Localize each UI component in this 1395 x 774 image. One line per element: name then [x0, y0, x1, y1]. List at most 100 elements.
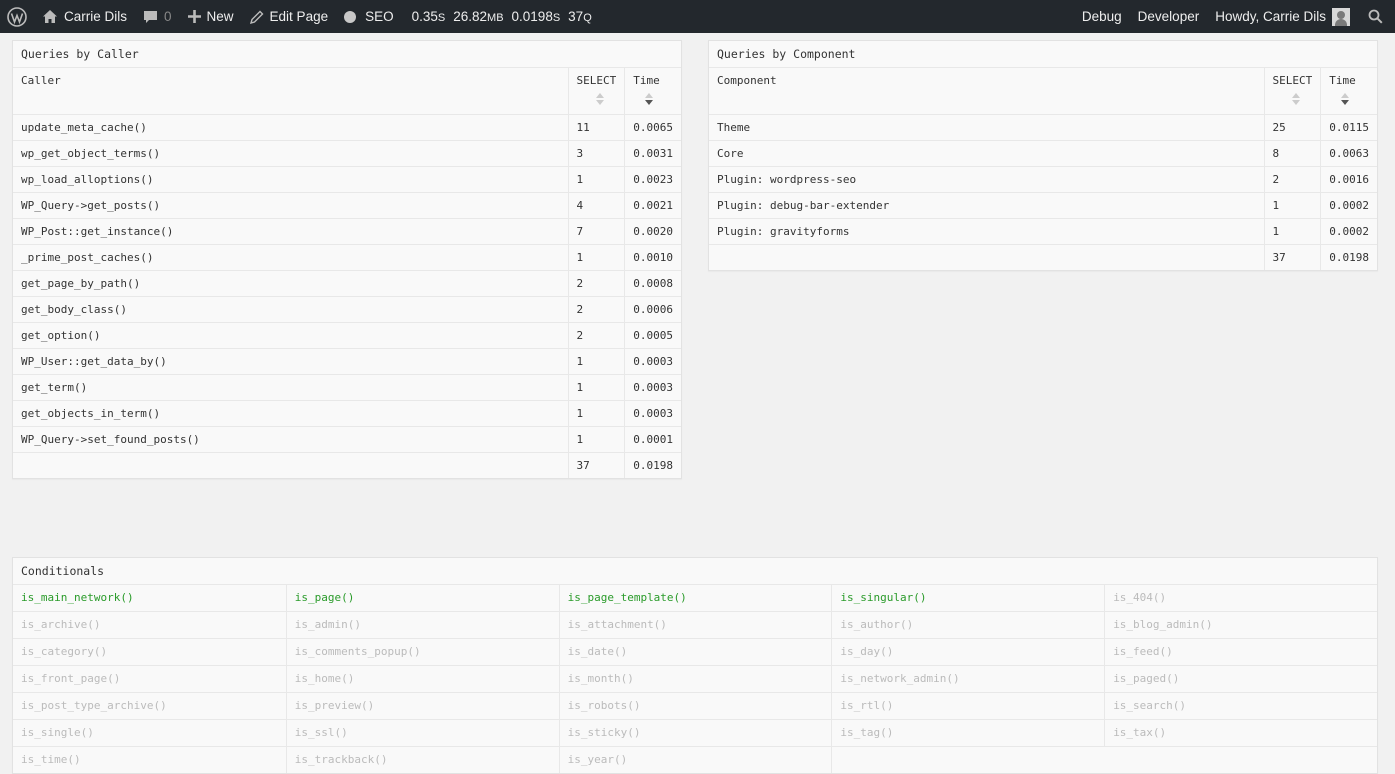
sort-arrows-icon[interactable] — [595, 93, 604, 105]
site-name-label: Carrie Dils — [64, 9, 128, 24]
conditional-empty-cell — [831, 747, 1104, 773]
table-row: WP_Query->get_posts() 4 0.0021 — [13, 192, 681, 219]
new-label: New — [206, 9, 234, 24]
table-row: WP_Post::get_instance() 7 0.0020 — [13, 218, 681, 245]
conditional-item: is_main_network() — [13, 585, 286, 612]
conditional-item: is_trackback() — [285, 747, 559, 773]
time-cell: 0.0001 — [624, 426, 681, 453]
select-count-cell: 3 — [567, 140, 625, 167]
time-cell: 0.0065 — [624, 114, 681, 141]
queries-by-component-table: Component SELECT Time Theme 25 0.0115 Core 8… — [709, 68, 1377, 270]
comments-count: 0 — [164, 9, 172, 24]
select-count-cell: 2 — [567, 322, 625, 349]
select-count-cell: 1 — [1263, 218, 1321, 245]
time-cell: 0.0003 — [624, 374, 681, 401]
plus-icon — [187, 10, 201, 23]
sort-arrows-icon[interactable] — [1341, 93, 1350, 105]
conditional-item: is_rtl() — [831, 693, 1105, 720]
queries-by-caller-panel: Queries by Caller Caller SELECT Time upd… — [12, 40, 682, 479]
comment-icon — [143, 10, 158, 24]
queries-by-component-panel: Queries by Component Component SELECT Ti… — [708, 40, 1378, 271]
page-time-stat: 0.35S — [411, 9, 446, 24]
conditional-item: is_tag() — [831, 720, 1105, 747]
select-count-cell: 25 — [1263, 114, 1321, 141]
time-cell: 0.0016 — [1320, 166, 1377, 193]
memory-stat: 26.82MB — [453, 9, 504, 24]
conditional-item: is_network_admin() — [831, 666, 1105, 693]
sort-arrows-icon[interactable] — [645, 93, 654, 105]
time-cell: 0.0008 — [624, 270, 681, 297]
select-count-cell: 2 — [567, 270, 625, 297]
name-cell: Theme — [709, 114, 1264, 141]
conditional-item: is_robots() — [558, 693, 832, 720]
debug-menu[interactable]: Debug — [1074, 0, 1130, 33]
name-cell: WP_Query->set_found_posts() — [13, 426, 568, 453]
conditional-item: is_front_page() — [13, 666, 286, 693]
seo-menu[interactable]: SEO — [336, 0, 402, 33]
conditional-item: is_admin() — [285, 612, 559, 639]
edit-page-link[interactable]: Edit Page — [242, 0, 337, 33]
table-row: get_page_by_path() 2 0.0008 — [13, 270, 681, 297]
select-count-cell: 1 — [567, 348, 625, 375]
column-header-select[interactable]: SELECT — [1263, 68, 1321, 115]
select-count-cell: 8 — [1263, 140, 1321, 167]
my-account-menu[interactable]: Howdy, Carrie Dils — [1207, 0, 1358, 33]
time-cell: 0.0010 — [624, 244, 681, 271]
conditional-item: is_author() — [831, 612, 1105, 639]
name-cell: Plugin: wordpress-seo — [709, 166, 1264, 193]
conditional-item: is_category() — [13, 639, 286, 666]
total-row: 37 0.0198 — [709, 244, 1377, 270]
conditional-item: is_single() — [13, 720, 286, 747]
time-cell: 0.0021 — [624, 192, 681, 219]
conditionals-grid: is_main_network() is_page() is_page_templa… — [13, 585, 1377, 773]
edit-page-label: Edit Page — [269, 9, 329, 24]
new-content-link[interactable]: New — [180, 0, 242, 33]
conditional-item: is_post_type_archive() — [13, 693, 286, 720]
query-count-stat: 37Q — [568, 9, 592, 24]
seo-status-icon — [344, 10, 357, 23]
table-row: Core 8 0.0063 — [709, 140, 1377, 167]
search-icon — [1368, 9, 1383, 24]
conditional-item: is_time() — [21, 753, 81, 766]
search-toggle[interactable] — [1358, 0, 1395, 33]
conditional-item: is_preview() — [285, 693, 559, 720]
comments-link[interactable]: 0 — [135, 0, 180, 33]
select-count-cell: 7 — [567, 218, 625, 245]
total-row: 37 0.0198 — [13, 452, 681, 478]
query-monitor-stats[interactable]: 0.35S 26.82MB 0.0198S 37Q — [402, 0, 604, 33]
time-cell: 0.0198 — [624, 452, 681, 478]
column-header-time[interactable]: Time — [1320, 68, 1377, 115]
conditional-item: is_month() — [558, 666, 832, 693]
table-row: update_meta_cache() 11 0.0065 — [13, 114, 681, 141]
select-count-cell: 2 — [567, 296, 625, 323]
conditional-item: is_comments_popup() — [285, 639, 559, 666]
time-cell: 0.0020 — [624, 218, 681, 245]
select-count-cell: 11 — [567, 114, 625, 141]
select-count-cell: 2 — [1263, 166, 1321, 193]
column-header-caller: Caller — [13, 68, 568, 115]
column-header-select[interactable]: SELECT — [567, 68, 625, 115]
admin-bar: Carrie Dils 0 New Edit Page SEO 0.35S 26… — [0, 0, 1395, 33]
panel-title: Queries by Component — [709, 41, 1377, 68]
time-cell: 0.0002 — [1320, 218, 1377, 245]
sort-arrows-icon[interactable] — [1291, 93, 1300, 105]
conditional-empty-cell — [1104, 747, 1377, 773]
select-count-cell: 37 — [1263, 244, 1321, 270]
name-cell: WP_User::get_data_by() — [13, 348, 568, 375]
developer-menu[interactable]: Developer — [1130, 0, 1208, 33]
wordpress-logo-icon[interactable] — [0, 0, 34, 33]
table-row: Plugin: gravityforms 1 0.0002 — [709, 218, 1377, 245]
howdy-label: Howdy, Carrie Dils — [1215, 9, 1326, 24]
conditional-item: is_day() — [831, 639, 1105, 666]
select-count-cell: 1 — [567, 166, 625, 193]
home-icon — [42, 9, 58, 24]
name-cell: get_term() — [13, 374, 568, 401]
name-cell: Plugin: debug-bar-extender — [709, 192, 1264, 219]
column-header-time[interactable]: Time — [624, 68, 681, 115]
avatar — [1332, 7, 1350, 26]
name-cell: get_option() — [13, 322, 568, 349]
conditional-item: is_feed() — [1104, 639, 1377, 666]
conditional-item: is_ssl() — [285, 720, 559, 747]
name-cell — [709, 244, 1264, 270]
site-name-link[interactable]: Carrie Dils — [34, 0, 135, 33]
